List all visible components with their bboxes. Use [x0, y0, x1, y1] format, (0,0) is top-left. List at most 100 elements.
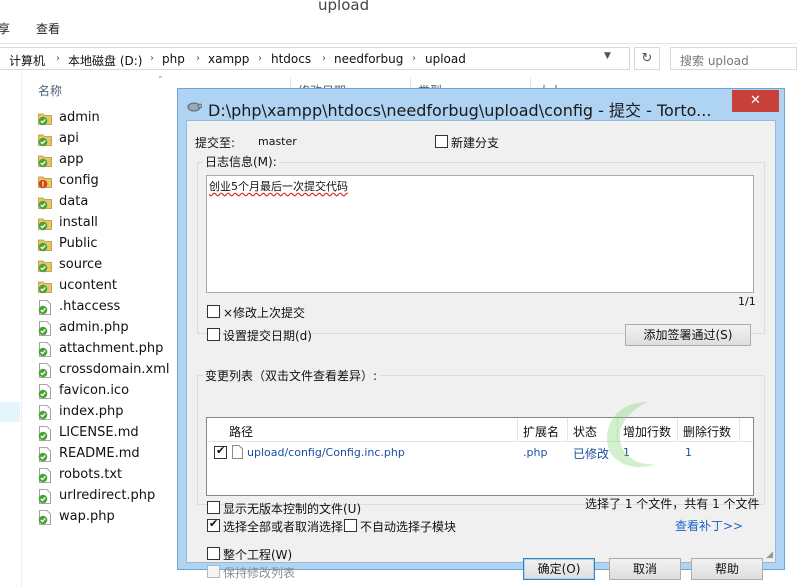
crumb-php[interactable]: php: [162, 52, 185, 66]
amend-checkbox[interactable]: [207, 305, 220, 318]
list-item[interactable]: admin: [36, 108, 186, 129]
nav-selected-item[interactable]: [0, 402, 20, 422]
signoff-button[interactable]: 添加签署通过(S): [625, 324, 751, 346]
list-item[interactable]: ucontent: [36, 276, 186, 297]
changes-label: 变更列表（双击文件查看差异）:: [203, 367, 380, 384]
list-item[interactable]: admin.php: [36, 318, 186, 339]
dialog-title: D:\php\xampp\htdocs\needforbug\upload\co…: [208, 101, 712, 120]
list-item[interactable]: README.md: [36, 444, 186, 465]
dialog-body: 提交至: master 新建分支 日志信息(M): 创业5个月最后一次提交代码 …: [186, 120, 776, 580]
list-item[interactable]: data: [36, 192, 186, 213]
navigation-pane[interactable]: [0, 74, 22, 587]
list-item[interactable]: .htaccess: [36, 297, 186, 318]
chevron-right-icon[interactable]: ›: [412, 53, 416, 64]
list-item[interactable]: index.php: [36, 402, 186, 423]
header-path[interactable]: 路径: [229, 423, 253, 440]
changes-table[interactable]: 路径 扩展名 状态 增加行数 删除行数 upload/config/Config…: [206, 417, 754, 496]
resize-grip-icon[interactable]: ◢: [766, 550, 773, 560]
list-item[interactable]: robots.txt: [36, 465, 186, 486]
chevron-down-icon[interactable]: ▼: [604, 51, 611, 61]
table-header: 路径 扩展名 状态 增加行数 删除行数: [207, 418, 753, 442]
tab-view[interactable]: 查看: [36, 20, 60, 37]
column-divider[interactable]: [739, 418, 740, 442]
page-counter: 1/1: [738, 295, 756, 308]
commit-to-label: 提交至:: [195, 136, 236, 150]
show-unversioned-checkbox[interactable]: [207, 501, 220, 514]
list-item[interactable]: app: [36, 150, 186, 171]
file-git-ok-icon: [38, 300, 51, 315]
ok-button[interactable]: 确定(O): [523, 558, 595, 580]
folder-git-ok-icon: [38, 281, 52, 294]
chevron-right-icon[interactable]: ›: [56, 53, 60, 64]
file-name: favicon.ico: [59, 383, 130, 398]
column-divider[interactable]: [517, 418, 518, 442]
list-item[interactable]: attachment.php: [36, 339, 186, 360]
file-git-ok-icon: [38, 489, 51, 504]
file-git-ok-icon: [38, 363, 51, 378]
file-git-ok-icon: [38, 510, 51, 525]
crumb-computer[interactable]: 计算机: [9, 52, 45, 69]
file-name: crossdomain.xml: [59, 362, 170, 377]
file-name: .htaccess: [59, 299, 121, 314]
list-item[interactable]: Public: [36, 234, 186, 255]
file-name: app: [59, 152, 84, 167]
list-item[interactable]: urlredirect.php: [36, 486, 186, 507]
show-unversioned-label: 显示无版本控制的文件(U): [223, 502, 362, 516]
sort-up-icon: ˄: [158, 76, 163, 86]
list-item[interactable]: LICENSE.md: [36, 423, 186, 444]
tab-share[interactable]: 享: [0, 20, 10, 37]
view-patch-link[interactable]: 查看补丁>>: [675, 517, 743, 534]
cancel-button[interactable]: 取消: [609, 558, 681, 580]
header-deleted[interactable]: 删除行数: [683, 423, 731, 440]
file-name: config: [59, 173, 99, 188]
list-item[interactable]: source: [36, 255, 186, 276]
file-name: Public: [59, 236, 98, 251]
list-item[interactable]: install: [36, 213, 186, 234]
crumb-htdocs[interactable]: htdocs: [271, 52, 311, 66]
chevron-right-icon[interactable]: ›: [196, 53, 200, 64]
new-branch-checkbox[interactable]: [435, 135, 448, 148]
column-name[interactable]: 名称: [38, 82, 62, 99]
row-ext: .php: [523, 446, 548, 459]
branch-name: master: [258, 135, 297, 148]
chevron-right-icon[interactable]: ›: [322, 53, 326, 64]
image-git-ok-icon: [38, 384, 51, 399]
no-auto-submodule-checkbox[interactable]: [344, 519, 357, 532]
refresh-button[interactable]: ↻: [634, 47, 660, 70]
header-ext[interactable]: 扩展名: [523, 423, 559, 440]
column-divider[interactable]: [677, 418, 678, 442]
selection-summary: 选择了 1 个文件，共有 1 个文件: [585, 497, 760, 511]
crumb-drive[interactable]: 本地磁盘 (D:): [68, 52, 142, 69]
chevron-right-icon[interactable]: ›: [150, 53, 154, 64]
ribbon-tabs: 享 查看: [0, 14, 797, 44]
select-all-checkbox[interactable]: [207, 517, 220, 532]
whole-project-checkbox[interactable]: [207, 547, 220, 560]
search-input[interactable]: 搜索 upload: [670, 47, 797, 70]
help-button[interactable]: 帮助: [691, 558, 763, 580]
refresh-icon: ↻: [641, 51, 653, 66]
commit-message-input[interactable]: 创业5个月最后一次提交代码: [206, 175, 754, 293]
search-placeholder: 搜索 upload: [680, 54, 749, 68]
list-item[interactable]: wap.php: [36, 507, 186, 528]
file-name: attachment.php: [59, 341, 164, 356]
tortoise-icon: [187, 102, 202, 112]
address-bar: 计算机 › 本地磁盘 (D:) › php › xampp › htdocs ›…: [0, 45, 797, 73]
table-row[interactable]: upload/config/Config.inc.php .php 已修改 1 …: [207, 443, 753, 463]
chevron-right-icon[interactable]: ›: [258, 53, 262, 64]
header-status[interactable]: 状态: [573, 423, 597, 440]
row-path: upload/config/Config.inc.php: [247, 446, 405, 459]
column-divider[interactable]: [567, 418, 568, 442]
list-item[interactable]: api: [36, 129, 186, 150]
list-item[interactable]: crossdomain.xml: [36, 360, 186, 381]
file-git-ok-icon: [38, 342, 51, 357]
file-name: source: [59, 257, 103, 272]
crumb-xampp[interactable]: xampp: [208, 52, 249, 66]
set-date-checkbox[interactable]: [207, 328, 220, 341]
crumb-needforbug[interactable]: needforbug: [334, 52, 403, 66]
breadcrumb[interactable]: 计算机 › 本地磁盘 (D:) › php › xampp › htdocs ›…: [0, 47, 630, 70]
list-item[interactable]: ! config: [36, 171, 186, 192]
crumb-upload[interactable]: upload: [425, 52, 466, 66]
list-item[interactable]: favicon.ico: [36, 381, 186, 402]
row-checkbox[interactable]: [214, 444, 227, 459]
close-button[interactable]: ✕: [732, 90, 779, 112]
